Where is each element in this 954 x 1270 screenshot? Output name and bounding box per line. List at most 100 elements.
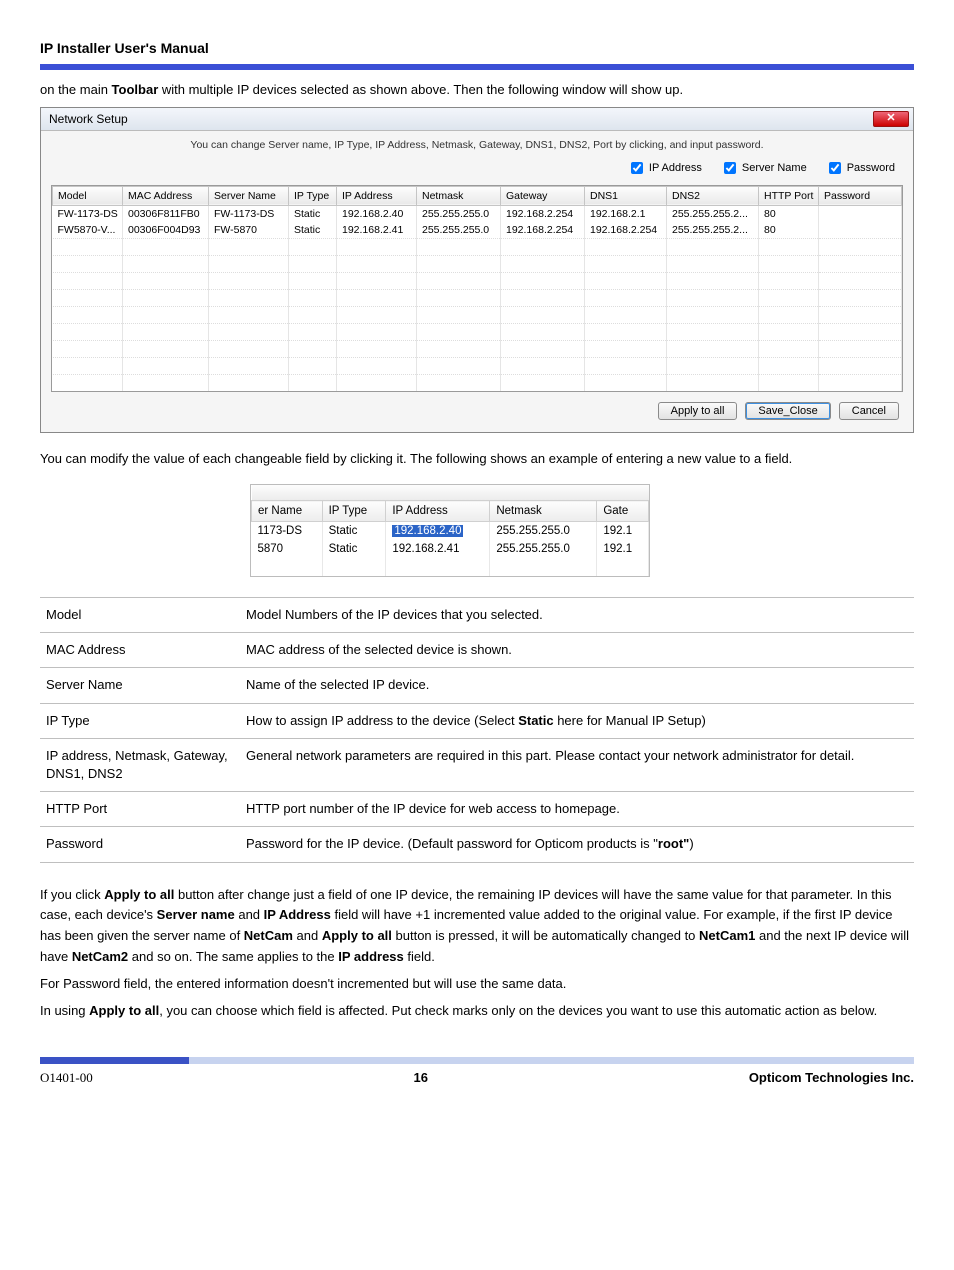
fragment-cell[interactable]: 192.168.2.40	[386, 522, 490, 541]
table-cell[interactable]: Static	[289, 222, 337, 239]
fragment-cell[interactable]: 255.255.255.0	[490, 522, 597, 541]
explain-paragraph-1: You can modify the value of each changea…	[40, 449, 914, 470]
dialog-instruction: You can change Server name, IP Type, IP …	[41, 131, 913, 155]
check-ipaddress-box[interactable]	[631, 162, 643, 174]
grid-header-cell: Gateway	[501, 186, 585, 205]
definition-term: Server Name	[40, 668, 240, 703]
check-ipaddress[interactable]: IP Address	[627, 159, 702, 177]
dialog-title-text: Network Setup	[49, 112, 128, 126]
grid-header-cell: IP Type	[289, 186, 337, 205]
ip-edit-field[interactable]: 192.168.2.40	[392, 525, 463, 537]
table-cell[interactable]: 192.168.2.41	[337, 222, 417, 239]
table-cell[interactable]: 255.255.255.0	[417, 222, 501, 239]
definition-desc: Name of the selected IP device.	[240, 668, 914, 703]
definition-desc: How to assign IP address to the device (…	[240, 703, 914, 738]
definition-desc: Password for the IP device. (Default pas…	[240, 827, 914, 862]
table-row[interactable]: FW5870-V...00306F004D93FW-5870Static192.…	[53, 222, 902, 239]
table-row-empty	[53, 340, 902, 357]
table-cell[interactable]: 192.168.2.254	[585, 222, 667, 239]
dialog-titlebar: Network Setup ✕	[41, 108, 913, 131]
table-cell[interactable]: FW-1173-DS	[209, 205, 289, 222]
fragment-header-row: er NameIP TypeIP AddressNetmaskGate	[252, 501, 649, 522]
table-cell[interactable]: 00306F004D93	[123, 222, 209, 239]
check-password-box[interactable]	[829, 162, 841, 174]
table-cell[interactable]: 192.168.2.254	[501, 222, 585, 239]
check-servername-label: Server Name	[742, 162, 807, 174]
fragment-cell[interactable]: 192.1	[597, 540, 649, 558]
table-cell[interactable]: FW-1173-DS	[53, 205, 123, 222]
fragment-header-cell: er Name	[252, 501, 323, 522]
fragment-header-cell: Netmask	[490, 501, 597, 522]
definition-row: PasswordPassword for the IP device. (Def…	[40, 827, 914, 862]
table-cell[interactable]: 255.255.255.0	[417, 205, 501, 222]
table-cell[interactable]: 192.168.2.40	[337, 205, 417, 222]
fragment-cell[interactable]: Static	[322, 540, 386, 558]
fragment-cell[interactable]: 192.168.2.41	[386, 540, 490, 558]
device-grid-wrapper: ModelMAC AddressServer NameIP TypeIP Add…	[51, 185, 903, 392]
definition-row: MAC AddressMAC address of the selected d…	[40, 633, 914, 668]
grid-header-cell: Server Name	[209, 186, 289, 205]
grid-header-cell: DNS2	[667, 186, 759, 205]
footer-company: Opticom Technologies Inc.	[749, 1070, 914, 1085]
fragment-header-cell: IP Address	[386, 501, 490, 522]
table-cell[interactable]: 80	[759, 205, 819, 222]
table-row[interactable]: FW-1173-DS00306F811FB0FW-1173-DSStatic19…	[53, 205, 902, 222]
table-cell[interactable]	[819, 205, 902, 222]
fragment-cell[interactable]: 5870	[252, 540, 323, 558]
definition-term: IP Type	[40, 703, 240, 738]
definition-row: IP address, Netmask, Gateway, DNS1, DNS2…	[40, 738, 914, 791]
table-row-empty	[53, 272, 902, 289]
footer-progress-bar	[40, 1057, 914, 1064]
table-row-empty	[53, 255, 902, 272]
fragment-row[interactable]: 5870Static192.168.2.41255.255.255.0192.1	[252, 540, 649, 558]
definition-term: MAC Address	[40, 633, 240, 668]
fragment-row[interactable]: 1173-DSStatic 192.168.2.40 255.255.255.019…	[252, 522, 649, 541]
grid-header-cell: Model	[53, 186, 123, 205]
fragment-cell[interactable]: 255.255.255.0	[490, 540, 597, 558]
check-servername-box[interactable]	[724, 162, 736, 174]
fragment-cell[interactable]: 192.1	[597, 522, 649, 541]
table-cell[interactable]: 192.168.2.1	[585, 205, 667, 222]
definition-row: IP TypeHow to assign IP address to the d…	[40, 703, 914, 738]
table-cell[interactable]: 80	[759, 222, 819, 239]
definition-term: HTTP Port	[40, 792, 240, 827]
cancel-button[interactable]: Cancel	[839, 402, 899, 420]
check-password[interactable]: Password	[825, 159, 895, 177]
device-grid[interactable]: ModelMAC AddressServer NameIP TypeIP Add…	[52, 186, 902, 391]
grid-header-cell: Password	[819, 186, 902, 205]
definition-row: Server NameName of the selected IP devic…	[40, 668, 914, 703]
grid-header-cell: MAC Address	[123, 186, 209, 205]
check-password-label: Password	[847, 162, 895, 174]
table-cell[interactable]: 255.255.255.2...	[667, 222, 759, 239]
footer-doc-id: O1401-00	[40, 1070, 93, 1086]
close-button[interactable]: ✕	[873, 111, 909, 127]
field-definitions-table: ModelModel Numbers of the IP devices tha…	[40, 597, 914, 863]
table-cell[interactable]	[819, 222, 902, 239]
definition-term: IP address, Netmask, Gateway, DNS1, DNS2	[40, 738, 240, 791]
fragment-header-cell: Gate	[597, 501, 649, 522]
table-cell[interactable]: FW-5870	[209, 222, 289, 239]
edit-fragment: er NameIP TypeIP AddressNetmaskGate 1173…	[250, 484, 650, 578]
table-cell[interactable]: 192.168.2.254	[501, 205, 585, 222]
table-cell[interactable]: Static	[289, 205, 337, 222]
definition-row: ModelModel Numbers of the IP devices tha…	[40, 598, 914, 633]
table-cell[interactable]: FW5870-V...	[53, 222, 123, 239]
table-row-empty	[53, 289, 902, 306]
table-row-empty	[53, 238, 902, 255]
grid-header-cell: HTTP Port	[759, 186, 819, 205]
page-title: IP Installer User's Manual	[40, 40, 914, 56]
header-divider	[40, 64, 914, 70]
save-close-button[interactable]: Save_Close	[745, 402, 830, 420]
intro-before: on the main	[40, 82, 112, 97]
fragment-cell[interactable]: 1173-DS	[252, 522, 323, 541]
definition-desc: MAC address of the selected device is sh…	[240, 633, 914, 668]
table-cell[interactable]: 00306F811FB0	[123, 205, 209, 222]
fragment-cell[interactable]: Static	[322, 522, 386, 541]
table-cell[interactable]: 255.255.255.2...	[667, 205, 759, 222]
definition-desc: HTTP port number of the IP device for we…	[240, 792, 914, 827]
definition-desc: General network parameters are required …	[240, 738, 914, 791]
check-servername[interactable]: Server Name	[720, 159, 807, 177]
footer-page-number: 16	[414, 1070, 428, 1085]
apply-to-all-button[interactable]: Apply to all	[658, 402, 738, 420]
apply-to-all-checkmark-paragraph: In using Apply to all, you can choose wh…	[40, 1001, 914, 1022]
